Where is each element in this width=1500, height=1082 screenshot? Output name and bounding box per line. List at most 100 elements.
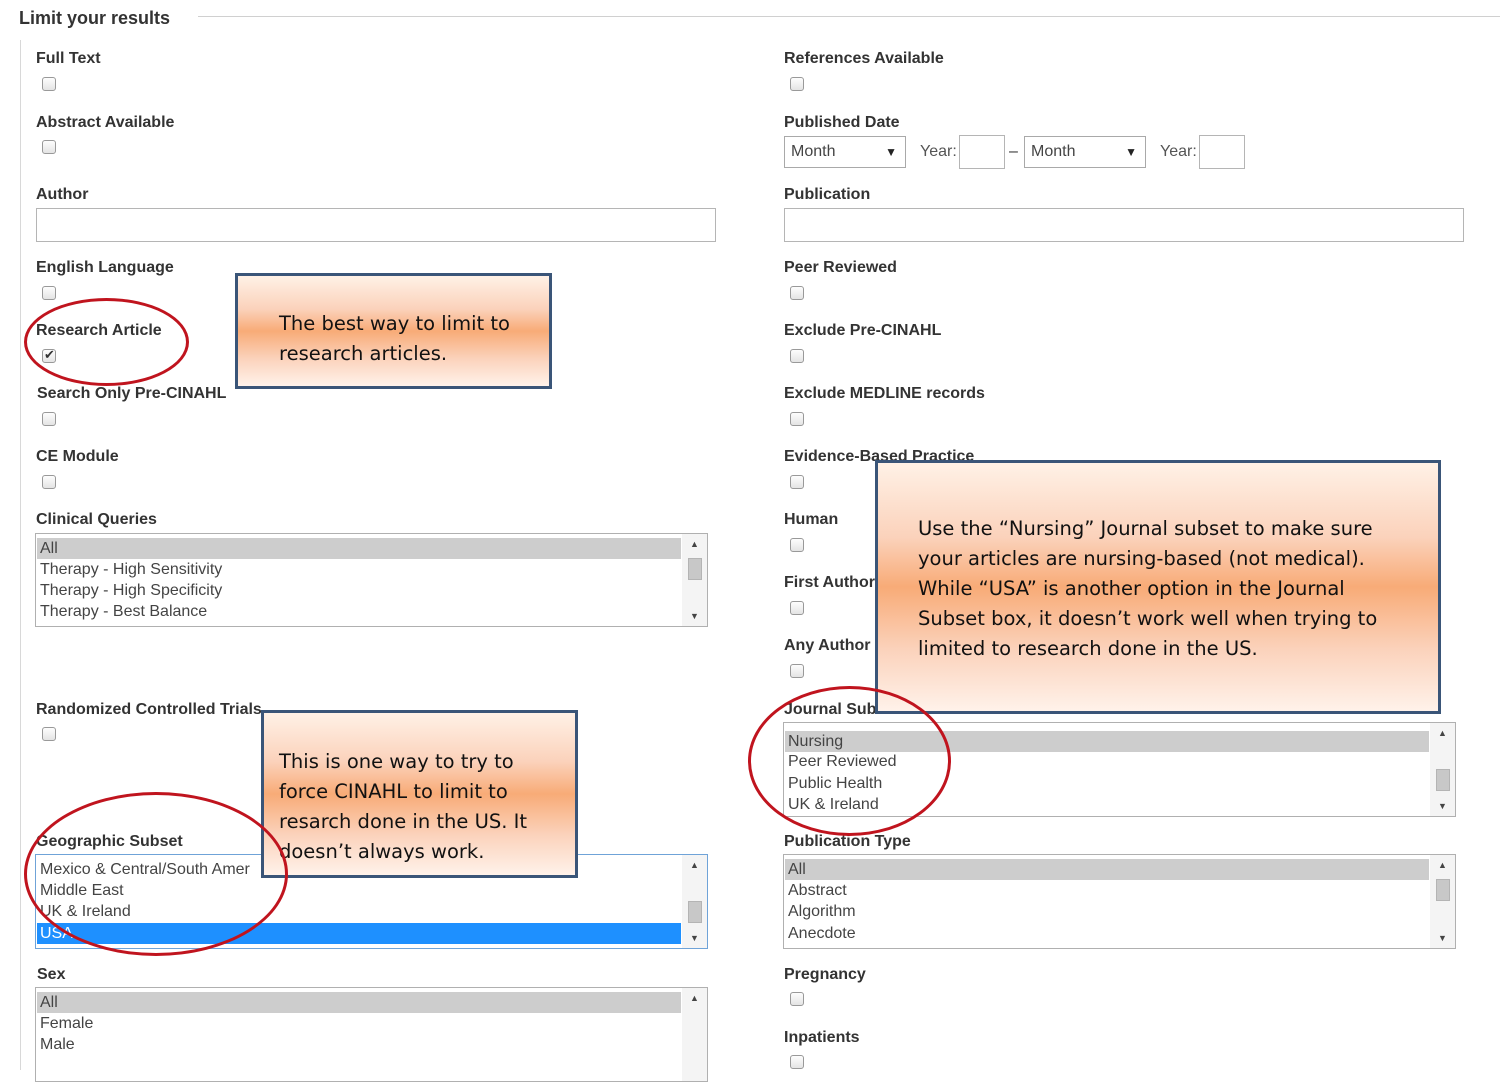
- scroll-down-icon[interactable]: ▼: [682, 930, 707, 946]
- published-date-label: Published Date: [784, 114, 900, 131]
- end-year-label: Year:: [1160, 143, 1197, 160]
- callout-line: While “USA” is another option in the Jou…: [918, 577, 1345, 600]
- start-year-input[interactable]: [959, 135, 1005, 169]
- scrollbar[interactable]: ▲ ▼: [682, 855, 707, 948]
- end-month-select[interactable]: Month ▼: [1024, 136, 1146, 168]
- date-range-dash: –: [1009, 143, 1018, 160]
- geographic-subset-callout: This is one way to try to force CINAHL t…: [261, 710, 578, 878]
- any-author-checkbox[interactable]: [790, 664, 804, 678]
- dropdown-arrow-icon: ▼: [885, 145, 897, 159]
- list-item[interactable]: Therapy - High Sensitivity: [37, 559, 222, 580]
- dropdown-arrow-icon: ▼: [1125, 145, 1137, 159]
- scroll-thumb[interactable]: [688, 901, 702, 923]
- scroll-thumb[interactable]: [688, 558, 702, 580]
- callout-line: limited to research done in the US.: [918, 637, 1258, 660]
- start-month-select[interactable]: Month ▼: [784, 136, 906, 168]
- references-available-checkbox[interactable]: [790, 77, 804, 91]
- scroll-thumb[interactable]: [1436, 879, 1450, 901]
- callout-line: doesn’t always work.: [279, 840, 485, 863]
- journal-subset-highlight: [748, 686, 951, 836]
- english-language-checkbox[interactable]: [42, 286, 56, 300]
- start-year-label: Year:: [920, 143, 957, 160]
- scroll-down-icon[interactable]: ▼: [1430, 930, 1455, 946]
- exclude-medline-label: Exclude MEDLINE records: [784, 385, 985, 402]
- exclude-pre-cinahl-label: Exclude Pre-CINAHL: [784, 322, 942, 339]
- scroll-down-icon[interactable]: ▼: [1430, 798, 1455, 814]
- list-item[interactable]: Abstract: [785, 880, 847, 901]
- first-author-checkbox[interactable]: [790, 601, 804, 615]
- list-item[interactable]: Male: [37, 1034, 75, 1055]
- legend-divider: [198, 16, 1500, 17]
- references-available-label: References Available: [784, 50, 944, 67]
- list-item[interactable]: All: [37, 538, 681, 559]
- callout-line: The best way to limit to: [279, 312, 510, 335]
- scroll-up-icon[interactable]: ▲: [682, 990, 707, 1006]
- geographic-subset-highlight: [24, 792, 288, 956]
- callout-line: Subset box, it doesn’t work well when tr…: [918, 607, 1378, 630]
- randomized-controlled-trials-label: Randomized Controlled Trials: [36, 701, 262, 718]
- sex-label: Sex: [37, 966, 66, 983]
- full-text-checkbox[interactable]: [42, 77, 56, 91]
- list-item[interactable]: Therapy - High Specificity: [37, 580, 222, 601]
- fieldset-left-border: [20, 40, 21, 1070]
- publication-type-listbox[interactable]: All Abstract Algorithm Anecdote ▲ ▼: [783, 854, 1456, 949]
- callout-line: research articles.: [279, 342, 448, 365]
- scroll-up-icon[interactable]: ▲: [682, 536, 707, 552]
- english-language-label: English Language: [36, 259, 174, 276]
- pregnancy-checkbox[interactable]: [790, 992, 804, 1006]
- callout-line: force CINAHL to limit to: [279, 780, 508, 803]
- pregnancy-label: Pregnancy: [784, 966, 866, 983]
- evidence-based-practice-checkbox[interactable]: [790, 475, 804, 489]
- publication-label: Publication: [784, 186, 871, 203]
- search-only-pre-cinahl-label: Search Only Pre-CINAHL: [37, 385, 227, 402]
- scrollbar[interactable]: ▲: [682, 988, 707, 1081]
- callout-line: This is one way to try to: [279, 750, 514, 773]
- scroll-up-icon[interactable]: ▲: [682, 857, 707, 873]
- abstract-available-checkbox[interactable]: [42, 140, 56, 154]
- limit-results-legend: Limit your results: [19, 8, 171, 28]
- scrollbar[interactable]: ▲ ▼: [1430, 723, 1455, 816]
- end-year-input[interactable]: [1199, 135, 1245, 169]
- clinical-queries-listbox[interactable]: All Therapy - High Sensitivity Therapy -…: [35, 533, 708, 627]
- publication-input[interactable]: [784, 208, 1464, 242]
- human-label: Human: [784, 511, 839, 528]
- list-item[interactable]: Anecdote: [785, 923, 856, 944]
- inpatients-checkbox[interactable]: [790, 1055, 804, 1069]
- search-only-pre-cinahl-checkbox[interactable]: [42, 412, 56, 426]
- callout-line: Use the “Nursing” Journal subset to make…: [918, 517, 1373, 540]
- full-text-label: Full Text: [36, 50, 101, 67]
- author-label: Author: [36, 186, 89, 203]
- abstract-available-label: Abstract Available: [36, 114, 175, 131]
- any-author-label: Any Author: [784, 637, 871, 654]
- callout-line: your articles are nursing-based (not med…: [918, 547, 1365, 570]
- list-item[interactable]: All: [37, 992, 681, 1013]
- human-checkbox[interactable]: [790, 538, 804, 552]
- ce-module-checkbox[interactable]: [42, 475, 56, 489]
- author-input[interactable]: [36, 208, 716, 242]
- scroll-up-icon[interactable]: ▲: [1430, 725, 1455, 741]
- list-item[interactable]: Therapy - Best Balance: [37, 601, 207, 622]
- exclude-pre-cinahl-checkbox[interactable]: [790, 349, 804, 363]
- sex-listbox[interactable]: All Female Male ▲: [35, 987, 708, 1082]
- scroll-down-icon[interactable]: ▼: [682, 608, 707, 624]
- list-item[interactable]: Female: [37, 1013, 93, 1034]
- inpatients-label: Inpatients: [784, 1029, 860, 1046]
- start-month-value: Month: [791, 143, 836, 160]
- scrollbar[interactable]: ▲ ▼: [1430, 855, 1455, 948]
- list-item[interactable]: All: [785, 859, 1429, 880]
- scroll-thumb[interactable]: [1436, 769, 1450, 791]
- research-article-highlight: [24, 298, 189, 386]
- peer-reviewed-label: Peer Reviewed: [784, 259, 897, 276]
- randomized-controlled-trials-checkbox[interactable]: [42, 727, 56, 741]
- first-author-label: First Author: [784, 574, 875, 591]
- exclude-medline-checkbox[interactable]: [790, 412, 804, 426]
- ce-module-label: CE Module: [36, 448, 119, 465]
- end-month-value: Month: [1031, 143, 1076, 160]
- journal-subset-callout: Use the “Nursing” Journal subset to make…: [875, 460, 1441, 714]
- scroll-up-icon[interactable]: ▲: [1430, 857, 1455, 873]
- clinical-queries-label: Clinical Queries: [36, 511, 157, 528]
- research-article-callout: The best way to limit to research articl…: [235, 273, 552, 389]
- peer-reviewed-checkbox[interactable]: [790, 286, 804, 300]
- scrollbar[interactable]: ▲ ▼: [682, 534, 707, 626]
- list-item[interactable]: Algorithm: [785, 901, 856, 922]
